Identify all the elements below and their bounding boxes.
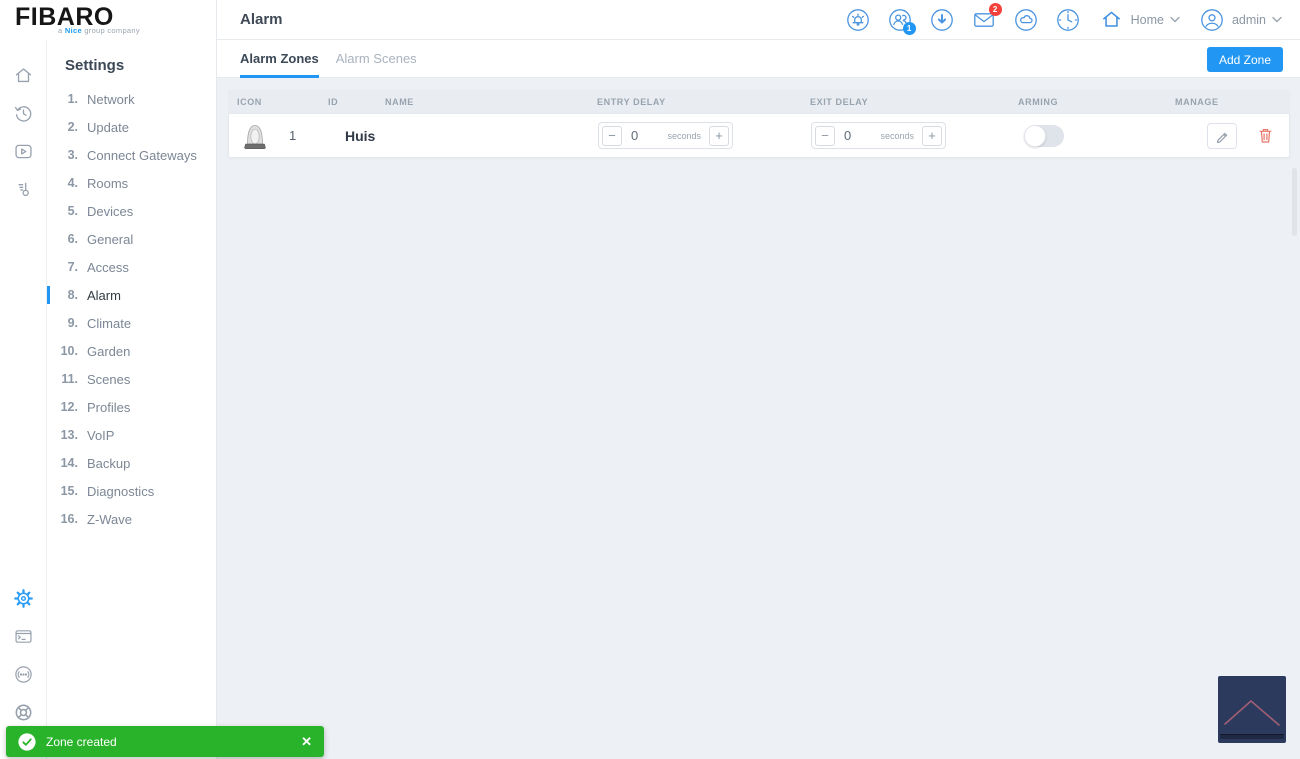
sidebar-item-rooms[interactable]: 4.Rooms [47, 169, 216, 197]
zone-icon-cell [229, 121, 277, 151]
exit-delay-value[interactable]: 0 [844, 128, 851, 143]
scenes-play-icon[interactable] [0, 132, 47, 170]
trash-icon [1258, 127, 1273, 144]
tab-alarm-scenes[interactable]: Alarm Scenes [336, 40, 417, 77]
tab-bar: Alarm Zones Alarm Scenes Add Zone [217, 40, 1300, 78]
toast-message: Zone created [46, 735, 117, 749]
sidebar-item-general[interactable]: 6.General [47, 225, 216, 253]
sparkline-peak-icon [1218, 676, 1286, 743]
exit-delay-increase-button[interactable]: + [922, 126, 942, 146]
chevron-down-icon [1272, 16, 1282, 23]
table-header: ICON ID NAME ENTRY DELAY EXIT DELAY ARMI… [228, 90, 1290, 113]
sidebar-title: Settings [47, 40, 216, 85]
avatar-icon [1200, 8, 1224, 32]
climate-thermometer-icon[interactable] [0, 170, 47, 208]
users-badge: 1 [903, 22, 916, 35]
content-area: ICON ID NAME ENTRY DELAY EXIT DELAY ARMI… [217, 78, 1300, 759]
mail-badge: 2 [989, 3, 1002, 16]
pencil-icon [1215, 129, 1229, 143]
page-title: Alarm [240, 11, 283, 28]
sidebar-item-devices[interactable]: 5.Devices [47, 197, 216, 225]
toggle-knob [1024, 125, 1046, 147]
home-selector[interactable]: Home [1100, 8, 1180, 31]
exit-delay-unit: seconds [880, 131, 914, 141]
col-manage: MANAGE [1166, 97, 1290, 107]
toast-close-button[interactable]: ✕ [301, 734, 312, 750]
sidebar-item-access[interactable]: 7.Access [47, 253, 216, 281]
col-id: ID [319, 97, 376, 107]
home-icon[interactable] [0, 56, 47, 94]
chevron-down-icon [1170, 16, 1180, 23]
add-zone-button[interactable]: Add Zone [1207, 47, 1283, 72]
minimized-chart-widget[interactable] [1218, 676, 1286, 743]
zone-id: 1 [277, 128, 331, 143]
sidebar-item-diagnostics[interactable]: 15.Diagnostics [47, 477, 216, 505]
edit-zone-button[interactable] [1207, 123, 1237, 149]
sidebar-item-zwave[interactable]: 16.Z-Wave [47, 505, 216, 533]
clock-icon[interactable] [1056, 8, 1080, 32]
console-icon[interactable] [0, 617, 47, 655]
col-arming: ARMING [1009, 97, 1166, 107]
entry-delay-decrease-button[interactable]: − [602, 126, 622, 146]
exit-delay-stepper: − 0 seconds + [811, 122, 946, 149]
col-exit-delay: EXIT DELAY [801, 97, 1009, 107]
sidebar-item-scenes[interactable]: 11.Scenes [47, 365, 216, 393]
sidebar-item-alarm[interactable]: 8.Alarm [47, 281, 216, 309]
scrollbar-thumb[interactable] [1292, 168, 1297, 236]
user-menu-label: admin [1232, 13, 1266, 27]
entry-delay-stepper: − 0 seconds + [598, 122, 733, 149]
arming-toggle[interactable] [1024, 125, 1064, 147]
sidebar-item-voip[interactable]: 13.VoIP [47, 421, 216, 449]
alarm-zones-table: ICON ID NAME ENTRY DELAY EXIT DELAY ARMI… [228, 90, 1290, 158]
siren-icon [242, 121, 268, 151]
col-entry-delay: ENTRY DELAY [588, 97, 801, 107]
widget-bottom-band [1220, 734, 1284, 739]
brand-tagline: a Nice group company [58, 26, 216, 35]
sidebar-item-connect-gateways[interactable]: 3.Connect Gateways [47, 141, 216, 169]
download-update-icon[interactable] [930, 8, 954, 32]
hub-connection-icon[interactable] [0, 655, 47, 693]
table-row: 1 Huis − 0 seconds + − 0 seconds + [228, 113, 1290, 158]
entry-delay-unit: seconds [667, 131, 701, 141]
entry-delay-value[interactable]: 0 [631, 128, 638, 143]
col-icon: ICON [228, 97, 319, 107]
exit-delay-decrease-button[interactable]: − [815, 126, 835, 146]
sidebar-item-network[interactable]: 1.Network [47, 85, 216, 113]
check-icon [18, 733, 36, 751]
sidebar-item-backup[interactable]: 14.Backup [47, 449, 216, 477]
settings-sidebar: Settings 1.Network 2.Update 3.Connect Ga… [47, 40, 216, 759]
tab-alarm-zones[interactable]: Alarm Zones [240, 40, 319, 77]
history-icon[interactable] [0, 94, 47, 132]
left-panel: FIBARO a Nice group company [0, 0, 217, 759]
users-icon[interactable]: 1 [888, 8, 912, 32]
main-area: Alarm 1 2 Home admin [217, 0, 1300, 759]
sidebar-item-profiles[interactable]: 12.Profiles [47, 393, 216, 421]
icon-rail [0, 40, 47, 759]
delete-zone-button[interactable] [1258, 127, 1273, 144]
home-nav-icon [1100, 8, 1123, 31]
sidebar-item-climate[interactable]: 9.Climate [47, 309, 216, 337]
top-header: Alarm 1 2 Home admin [217, 0, 1300, 40]
entry-delay-increase-button[interactable]: + [709, 126, 729, 146]
user-menu[interactable]: admin [1200, 8, 1282, 32]
cloud-icon[interactable] [1014, 8, 1038, 32]
col-name: NAME [376, 97, 588, 107]
brand-logo: FIBARO a Nice group company [0, 0, 216, 40]
settings-gear-icon[interactable] [0, 579, 47, 617]
mail-icon[interactable]: 2 [972, 8, 996, 32]
sidebar-item-garden[interactable]: 10.Garden [47, 337, 216, 365]
alarm-notifications-icon[interactable] [846, 8, 870, 32]
home-selector-label: Home [1131, 13, 1164, 27]
toast-notification: Zone created ✕ [6, 726, 324, 757]
sidebar-item-update[interactable]: 2.Update [47, 113, 216, 141]
zone-name: Huis [331, 128, 598, 144]
